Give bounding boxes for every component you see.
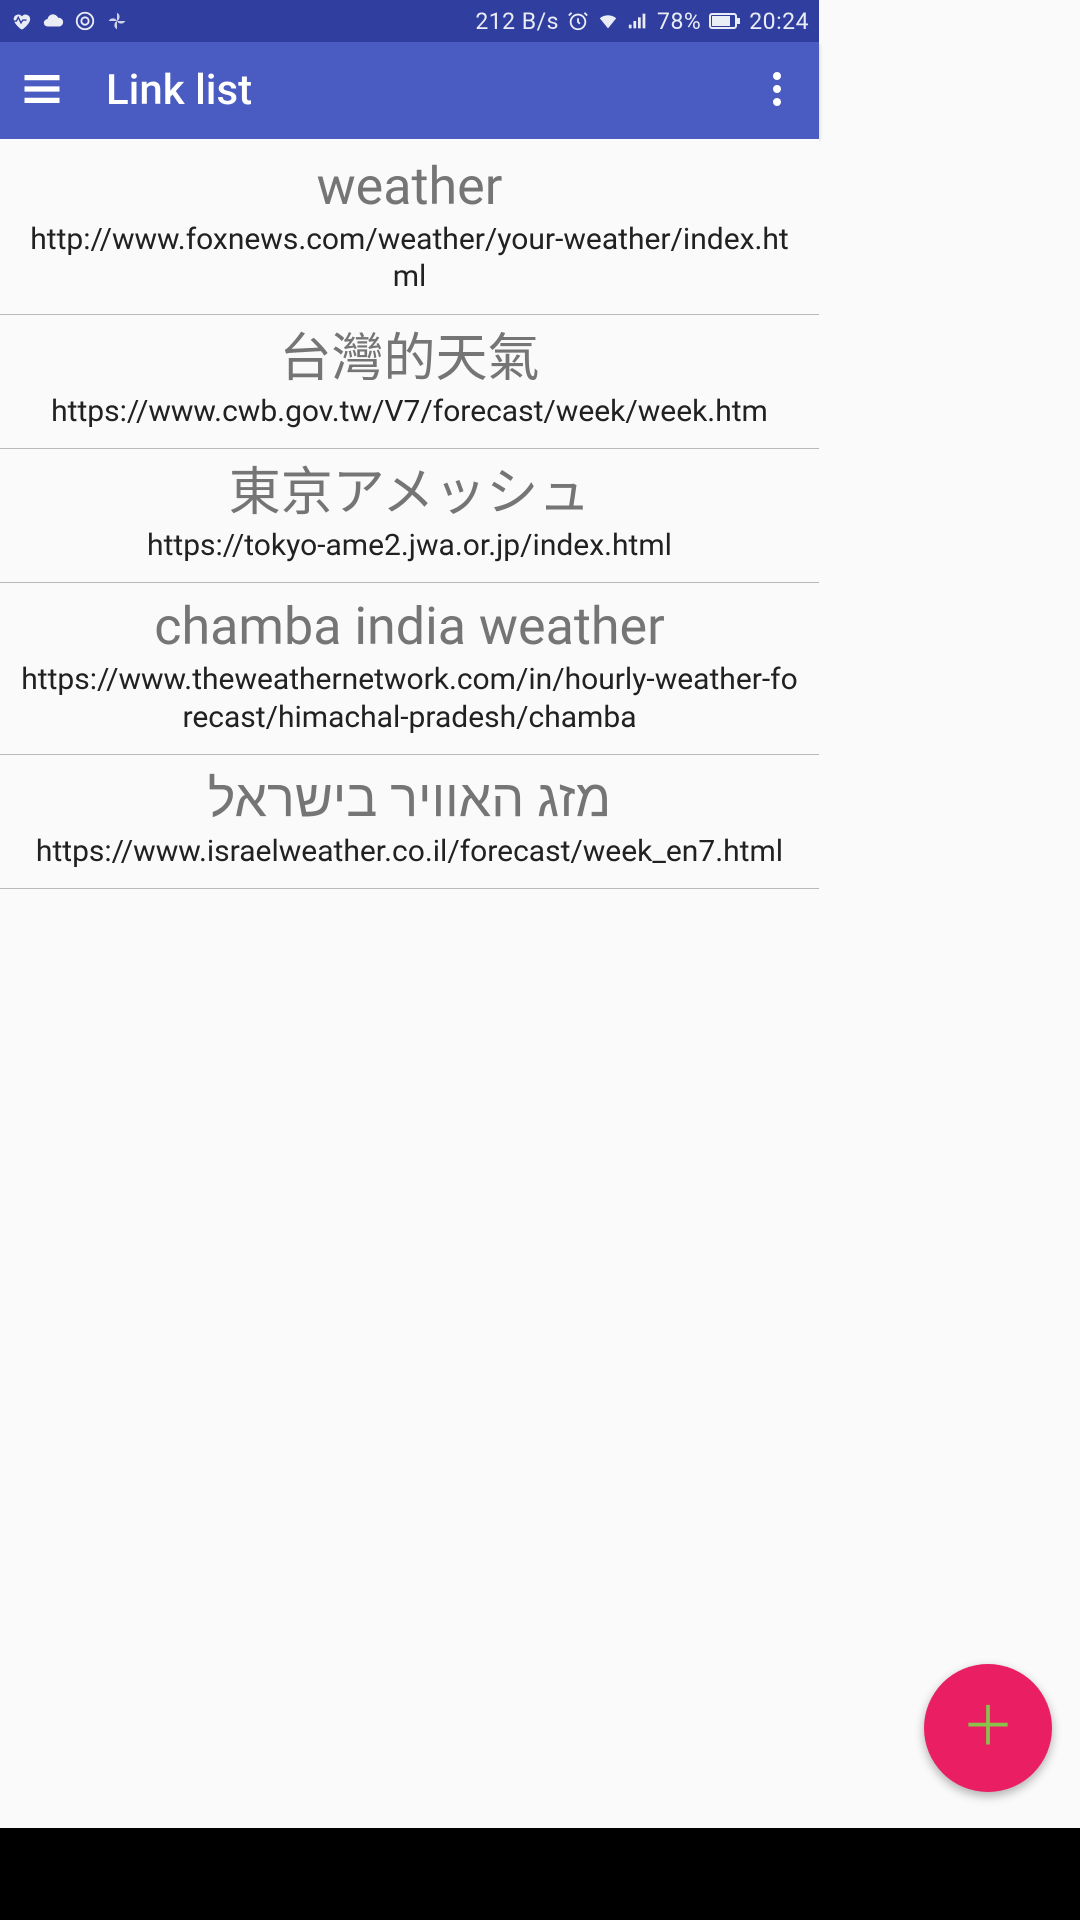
recent-apps-button[interactable]: [835, 1849, 885, 1899]
plus-icon: ＋: [961, 1701, 1015, 1755]
heart-rate-icon: [10, 10, 32, 32]
status-bar: 212 B/s 78% 20:24: [0, 0, 819, 42]
status-left: [10, 10, 128, 32]
clock-time: 20:24: [749, 8, 809, 35]
link-title: weather: [18, 157, 801, 217]
cloud-icon: [42, 10, 64, 32]
hamburger-icon: [21, 68, 63, 114]
more-options-button[interactable]: [747, 61, 807, 121]
system-nav-bar: [0, 1828, 1080, 1920]
more-vert-icon: [773, 72, 781, 110]
app-bar: Link list: [0, 42, 819, 139]
menu-button[interactable]: [12, 61, 72, 121]
link-url: https://www.cwb.gov.tw/V7/forecast/week/…: [18, 393, 801, 431]
wifi-icon: [597, 10, 619, 32]
link-url: https://www.theweathernetwork.com/in/hou…: [18, 661, 801, 736]
link-url: https://www.israelweather.co.il/forecast…: [18, 833, 801, 871]
pinwheel-icon: [106, 10, 128, 32]
list-item[interactable]: chamba india weather https://www.theweat…: [0, 583, 819, 755]
chrome-icon: [74, 10, 96, 32]
link-url: https://tokyo-ame2.jwa.or.jp/index.html: [18, 527, 801, 565]
link-list: weather http://www.foxnews.com/weather/y…: [0, 139, 819, 889]
list-item[interactable]: 東京アメッシュ https://tokyo-ame2.jwa.or.jp/ind…: [0, 449, 819, 583]
link-title: 台灣的天氣: [18, 329, 801, 389]
battery-percent: 78%: [657, 8, 701, 35]
link-url: http://www.foxnews.com/weather/your-weat…: [18, 221, 801, 296]
status-right: 212 B/s 78% 20:24: [475, 8, 809, 35]
link-title: chamba india weather: [18, 597, 801, 657]
list-item[interactable]: 台灣的天氣 https://www.cwb.gov.tw/V7/forecast…: [0, 315, 819, 449]
list-item[interactable]: weather http://www.foxnews.com/weather/y…: [0, 139, 819, 315]
alarm-icon: [567, 10, 589, 32]
signal-icon: [627, 10, 649, 32]
battery-icon: [709, 10, 741, 32]
list-item[interactable]: מזג האוויר בישראל https://www.israelweat…: [0, 755, 819, 889]
back-button[interactable]: [195, 1849, 245, 1899]
home-button[interactable]: [515, 1849, 565, 1899]
network-speed: 212 B/s: [475, 8, 559, 35]
page-title: Link list: [106, 66, 747, 115]
add-link-fab[interactable]: ＋: [924, 1664, 1052, 1792]
link-title: מזג האוויר בישראל: [18, 769, 801, 829]
link-title: 東京アメッシュ: [18, 463, 801, 523]
